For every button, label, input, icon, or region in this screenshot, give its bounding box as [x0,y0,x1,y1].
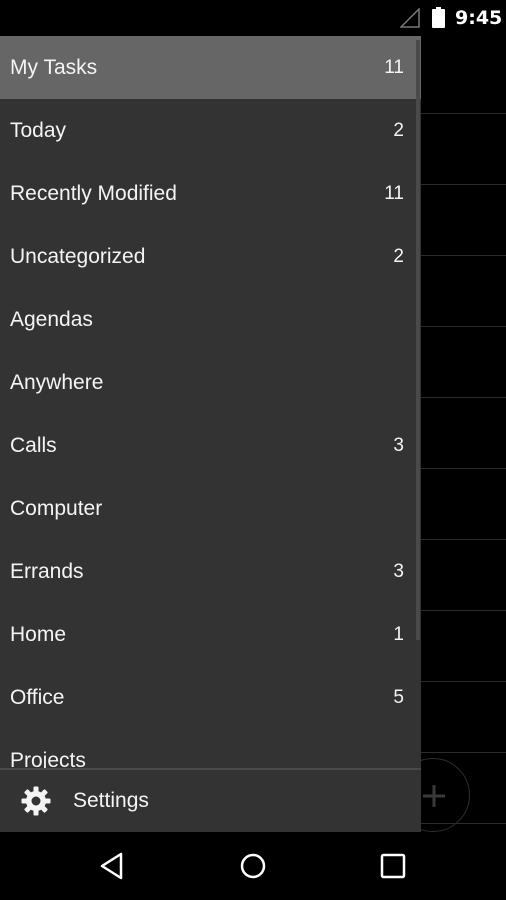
settings-label: Settings [73,789,149,812]
recents-square-icon[interactable] [377,850,409,882]
drawer-scrollbar[interactable] [416,40,420,640]
back-triangle-icon[interactable] [97,850,129,882]
drawer-item-my-tasks[interactable]: My Tasks 11 [0,36,421,99]
drawer-item-label: Home [10,623,67,646]
drawer-item-label: Computer [10,497,103,520]
drawer-item-errands[interactable]: Errands 3 [0,540,421,603]
screen: 9:45 My Tasks 11 Today 2 Recently Modifi… [0,0,506,900]
signal-icon [400,8,420,28]
drawer-item-count: 11 [384,183,404,204]
status-clock: 9:45 [455,7,503,29]
drawer-item-count: 2 [393,120,404,141]
drawer-list: My Tasks 11 Today 2 Recently Modified 11… [0,36,421,768]
drawer-item-count: 3 [393,561,404,582]
settings-button[interactable]: Settings [0,768,421,832]
drawer-item-label: Office [10,686,65,709]
drawer-item-count: 2 [393,246,404,267]
plus-icon [423,785,445,807]
drawer-item-office[interactable]: Office 5 [0,666,421,729]
drawer-item-label: Errands [10,560,84,583]
navigation-drawer: My Tasks 11 Today 2 Recently Modified 11… [0,36,421,832]
gear-icon [21,786,51,816]
battery-icon [432,7,445,28]
drawer-item-computer[interactable]: Computer [0,477,421,540]
drawer-item-label: Anywhere [10,371,104,394]
drawer-item-count: 1 [393,624,404,645]
drawer-item-agendas[interactable]: Agendas [0,288,421,351]
drawer-item-count: 5 [393,687,404,708]
drawer-item-label: Uncategorized [10,245,146,268]
drawer-item-label: Projects [10,749,86,768]
system-nav-bar [0,832,506,900]
drawer-item-count: 11 [384,57,404,78]
drawer-item-home[interactable]: Home 1 [0,603,421,666]
drawer-item-label: My Tasks [10,56,98,79]
drawer-item-uncategorized[interactable]: Uncategorized 2 [0,225,421,288]
drawer-item-label: Agendas [10,308,93,331]
drawer-item-recently-modified[interactable]: Recently Modified 11 [0,162,421,225]
drawer-item-label: Recently Modified [10,182,177,205]
drawer-item-calls[interactable]: Calls 3 [0,414,421,477]
drawer-item-anywhere[interactable]: Anywhere [0,351,421,414]
home-circle-icon[interactable] [237,850,269,882]
drawer-item-count: 3 [393,435,404,456]
status-bar: 9:45 [0,0,506,36]
drawer-item-label: Today [10,119,67,142]
drawer-item-projects[interactable]: Projects [0,729,421,768]
drawer-item-today[interactable]: Today 2 [0,99,421,162]
drawer-item-label: Calls [10,434,57,457]
